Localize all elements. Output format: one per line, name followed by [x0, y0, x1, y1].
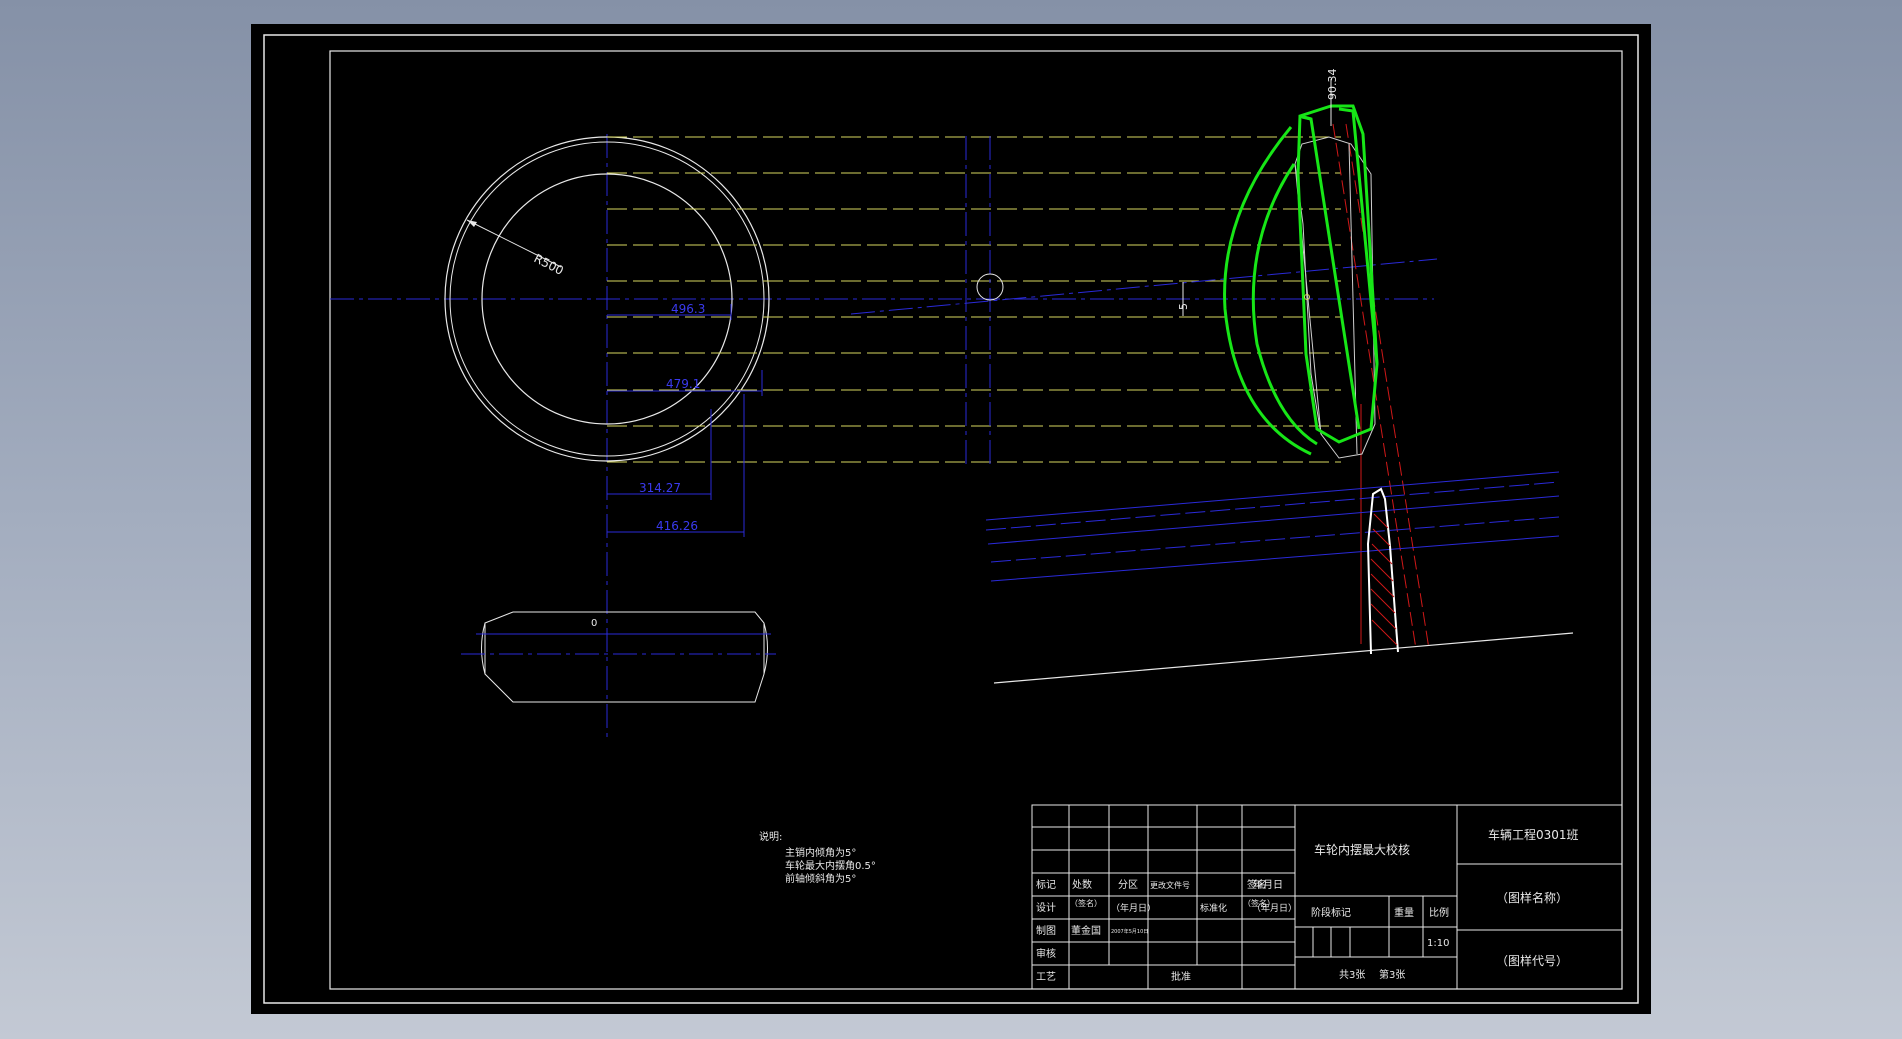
notes-line3: 前轴倾斜角为5° [785, 872, 856, 885]
tb-change-doc: 更改文件号 [1150, 880, 1190, 890]
tb-standardize: 标准化 [1200, 902, 1227, 914]
tb-class: 车辆工程0301班 [1488, 827, 1579, 842]
tb-process: 工艺 [1036, 971, 1056, 983]
notes-line1: 主销内倾角为5° [785, 846, 856, 859]
tb-scale-value: 1:10 [1427, 938, 1449, 949]
tb-zone: 分区 [1118, 879, 1138, 891]
tb-sheets-total: 共3张 [1339, 969, 1365, 981]
tb-date: 年月日 [1253, 878, 1283, 891]
side-mark: 0 [591, 618, 597, 629]
notes: 说明: 主销内倾角为5° 车轮最大内摆角0.5° 前轴倾斜角为5° [759, 830, 876, 885]
tb-approve: 批准 [1171, 970, 1191, 983]
dim-496: 496.3 [671, 302, 705, 316]
notes-line2: 车轮最大内摆角0.5° [785, 859, 876, 872]
wheel-front-view [330, 134, 1434, 739]
tb-date-2: （年月日） [1252, 902, 1297, 914]
wheel-top-view: 0 [461, 611, 776, 703]
dim-5: 5 [1177, 303, 1190, 310]
tb-check: 审核 [1036, 947, 1056, 960]
tb-design: 设计 [1036, 901, 1056, 914]
drawing-sheet: R500 496.3 479.1 314.27 416.26 0 90.34 5… [251, 24, 1651, 1014]
tb-scale-label: 比例 [1429, 906, 1449, 919]
outer-frame [263, 34, 1639, 1004]
tb-count: 处数 [1072, 878, 1092, 891]
tb-date-1: （年月日） [1111, 902, 1156, 914]
tb-sheet-no: 第3张 [1379, 968, 1405, 981]
tb-draw: 制图 [1036, 924, 1056, 937]
inner-frame [329, 50, 1623, 990]
tb-title: 车轮内摆最大校核 [1314, 842, 1410, 857]
tb-drawing-code: （图样代号） [1496, 953, 1568, 968]
tb-drawer: 董金国 [1071, 924, 1101, 937]
kingpin-axis [850, 136, 1438, 464]
notes-heading: 说明: [759, 830, 782, 843]
dim-479: 479.1 [666, 377, 700, 391]
tb-drawing-name: （图样名称） [1496, 890, 1568, 905]
front-dimensions [607, 304, 763, 537]
dim-90: 90.34 [1326, 69, 1339, 101]
dim-314: 314.27 [639, 481, 681, 495]
tb-sign-1: （签名） [1070, 898, 1102, 908]
dim-416: 416.26 [656, 519, 698, 533]
tb-drawer-date: 2007年5月10日 [1111, 928, 1148, 935]
tb-stage: 阶段标记 [1311, 906, 1351, 919]
cad-drawing: R500 496.3 479.1 314.27 416.26 0 90.34 5… [263, 34, 1639, 1004]
tb-weight: 重量 [1394, 906, 1414, 919]
tilted-wheel-view: 90.34 5 [985, 69, 1574, 684]
tb-mark: 标记 [1036, 879, 1056, 891]
dim-radius: R500 [532, 251, 566, 278]
